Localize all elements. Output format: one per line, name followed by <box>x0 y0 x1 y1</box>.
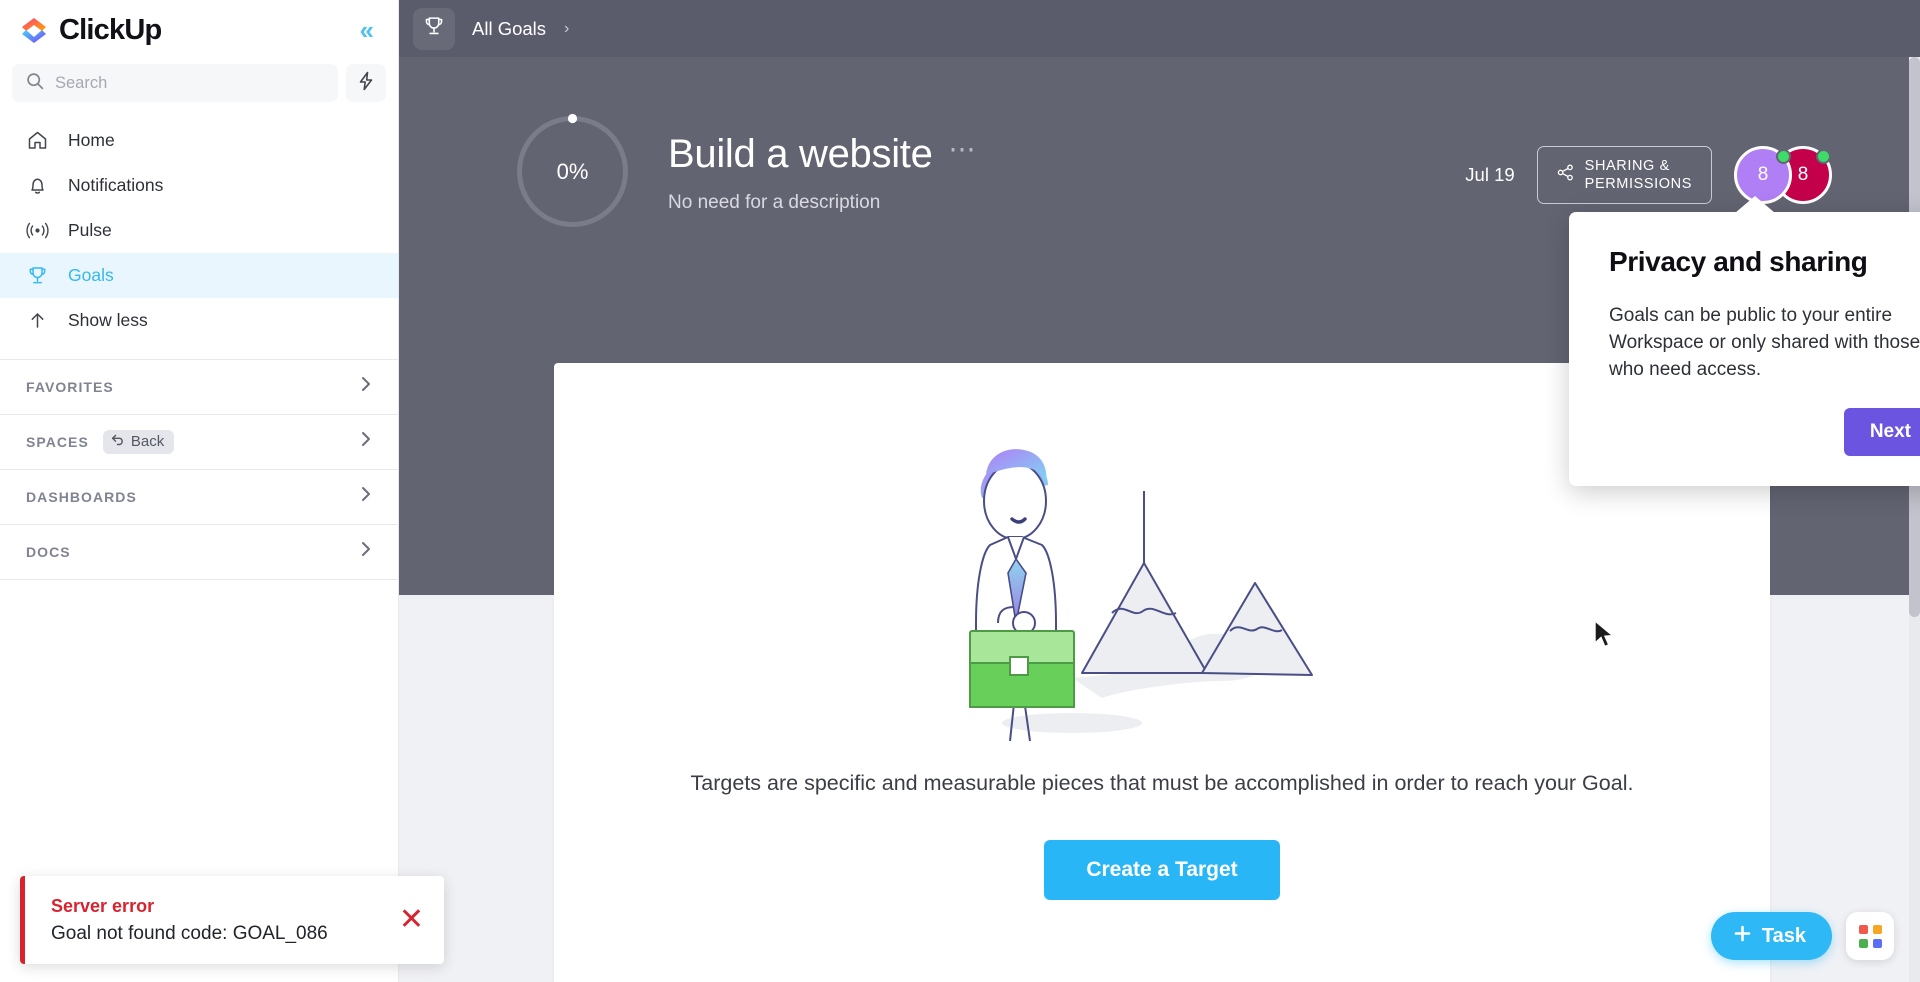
sidebar-section-docs[interactable]: DOCS <box>0 525 398 580</box>
trophy-icon <box>423 15 445 42</box>
search-placeholder: Search <box>55 73 108 92</box>
goals-app-button[interactable] <box>413 7 455 50</box>
bell-icon <box>26 175 49 196</box>
clickup-app: ClickUp « Search Home Notifications Puls… <box>0 0 1920 982</box>
sharing-button-line2: PERMISSIONS <box>1584 176 1692 193</box>
sidebar-item-show-less[interactable]: Show less <box>0 298 398 343</box>
create-target-button[interactable]: Create a Target <box>1044 840 1280 900</box>
trophy-icon <box>26 265 49 286</box>
chevron-right-icon <box>360 485 372 509</box>
empty-state-caption: Targets are specific and measurable piec… <box>690 771 1634 795</box>
main-content: All Goals › 0% Build a website ⋯ No need… <box>399 0 1920 982</box>
sharing-button-line1: SHARING & <box>1584 158 1670 174</box>
sidebar-item-pulse[interactable]: Pulse <box>0 208 398 253</box>
toast-title: Server error <box>51 895 155 916</box>
home-icon <box>26 130 49 151</box>
sidebar-section-title: DOCS <box>26 544 71 560</box>
breadcrumb[interactable]: All Goals <box>472 18 546 40</box>
sidebar-section-dashboards[interactable]: DASHBOARDS <box>0 470 398 525</box>
clickup-logo[interactable]: ClickUp <box>18 13 162 47</box>
lightning-bolt-icon <box>357 71 375 96</box>
search-icon <box>26 72 44 95</box>
sharing-button-label: SHARING & PERMISSIONS <box>1585 157 1692 193</box>
pulse-icon <box>26 220 49 241</box>
add-task-button[interactable]: Task <box>1710 912 1832 960</box>
goal-progress-label: 0% <box>556 158 589 184</box>
toast-message: Goal not found code: GOAL_086 <box>51 922 328 944</box>
goal-description[interactable]: No need for a description <box>668 192 978 214</box>
collapse-sidebar-button[interactable]: « <box>354 13 380 47</box>
sidebar-section-title: DASHBOARDS <box>26 489 137 505</box>
app-grid-icon <box>1858 924 1882 948</box>
close-icon[interactable]: ✕ <box>399 905 424 935</box>
quick-actions-button[interactable] <box>346 64 386 102</box>
page-title[interactable]: Build a website <box>668 132 933 177</box>
sidebar-section-title: FAVORITES <box>26 379 114 395</box>
chevron-right-icon <box>360 430 372 454</box>
sidebar-nav: Home Notifications Pulse Goals Show less <box>0 112 398 343</box>
sharing-and-permissions-button[interactable]: SHARING & PERMISSIONS <box>1536 146 1712 205</box>
sidebar-item-label: Notifications <box>68 175 164 195</box>
status-dot-online <box>1816 149 1831 165</box>
sidebar-item-label: Show less <box>68 310 148 330</box>
sidebar: ClickUp « Search Home Notifications Puls… <box>0 0 399 982</box>
floating-action-buttons: Task <box>1710 912 1894 960</box>
clickup-logo-icon <box>18 14 50 46</box>
avatar-initials: 8 <box>1797 164 1809 186</box>
search-input[interactable]: Search <box>12 64 338 102</box>
goal-title-block: Build a website ⋯ No need for a descript… <box>668 112 978 214</box>
vertical-scrollbar[interactable] <box>1909 57 1920 982</box>
breadcrumb-chevron-icon: › <box>564 19 570 37</box>
sidebar-header: ClickUp « <box>0 0 398 60</box>
share-icon <box>1557 164 1574 186</box>
toast-text: Server error Goal not found code: GOAL_0… <box>51 896 399 945</box>
top-bar: All Goals › <box>399 0 1920 57</box>
goal-title-row: Build a website ⋯ <box>668 132 978 177</box>
back-arrow-icon <box>111 433 125 450</box>
goal-header-actions: Jul 19 SHARING & PERMISSIONS 8 8 <box>1465 112 1832 205</box>
privacy-and-sharing-popup: Privacy and sharing ✕ Goals can be publi… <box>1569 196 1920 486</box>
app-switcher-button[interactable] <box>1846 912 1894 960</box>
sidebar-item-home[interactable]: Home <box>0 118 398 163</box>
status-dot-online <box>1776 149 1791 165</box>
sidebar-item-label: Goals <box>68 265 114 285</box>
sidebar-item-notifications[interactable]: Notifications <box>0 163 398 208</box>
sidebar-item-label: Pulse <box>68 220 112 240</box>
sidebar-section-title: SPACES <box>26 434 89 450</box>
popup-body-text: Goals can be public to your entire Works… <box>1609 305 1920 380</box>
popup-actions: Next <box>1609 407 1920 456</box>
plus-icon <box>1733 924 1752 949</box>
chevron-right-icon <box>360 540 372 564</box>
goal-progress-ring[interactable]: 0% <box>513 112 632 231</box>
arrow-up-icon <box>26 310 49 331</box>
sidebar-search-row: Search <box>0 60 398 112</box>
chevron-right-icon <box>360 375 372 399</box>
sidebar-item-label: Home <box>68 130 115 150</box>
goal-due-date[interactable]: Jul 19 <box>1465 164 1514 186</box>
next-button[interactable]: Next <box>1843 407 1920 456</box>
add-task-label: Task <box>1761 924 1806 947</box>
popup-title: Privacy and sharing <box>1609 246 1868 277</box>
spaces-back-label: Back <box>130 433 165 450</box>
person-with-briefcase-and-mountains-illustration <box>969 449 1313 742</box>
server-error-toast: Server error Goal not found code: GOAL_0… <box>20 876 444 964</box>
clickup-logo-text: ClickUp <box>59 13 162 46</box>
sidebar-section-spaces[interactable]: SPACES Back <box>0 415 398 470</box>
ellipsis-icon[interactable]: ⋯ <box>949 136 978 165</box>
spaces-back-button[interactable]: Back <box>102 430 175 454</box>
sidebar-item-goals[interactable]: Goals <box>0 253 398 298</box>
sidebar-section-favorites[interactable]: FAVORITES <box>0 360 398 415</box>
avatar-initials: 8 <box>1757 164 1769 186</box>
